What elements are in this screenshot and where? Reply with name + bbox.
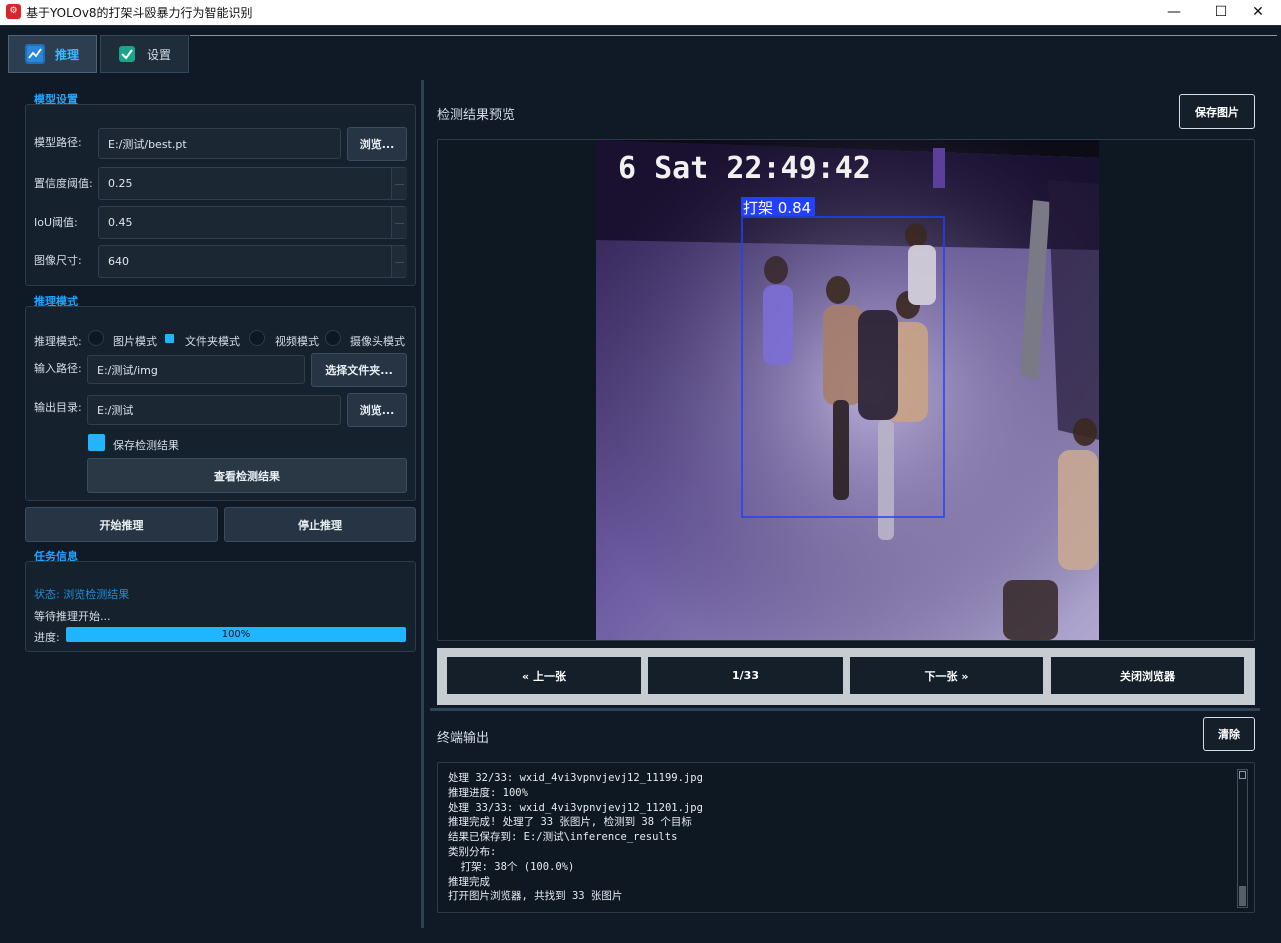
video-mode-label: 视频模式 [275,335,319,348]
model-path-label: 模型路径: [34,136,82,149]
image-size-spinbox[interactable]: 640 [98,245,407,278]
radio-folder-mode[interactable] [165,334,174,343]
close-window-button[interactable]: ✕ [1235,0,1281,25]
vertical-splitter[interactable] [430,708,1260,711]
select-folder-button[interactable]: 选择文件夹... [311,353,407,387]
model-path-input[interactable]: E:/测试/best.pt [98,128,341,159]
save-results-label: 保存检测结果 [113,439,179,452]
stop-inference-button[interactable]: 停止推理 [224,507,416,542]
conf-threshold-label: 置信度阈值: [34,177,93,190]
output-browse-button[interactable]: 浏览... [347,393,407,427]
terminal-line: 推理进度: 100% [448,786,528,799]
terminal-line: 结果已保存到: E:/测试\inference_results [448,831,678,844]
preview-area: 6 Sat 22:49:42 打架 0.84 [437,139,1255,641]
chart-line-icon [25,44,45,64]
terminal-line: 打开图片浏览器, 共找到 33 张图片 [448,890,623,903]
tab-settings[interactable]: 设置 [100,35,189,73]
checkbox-icon [117,44,137,64]
radio-image-mode[interactable] [88,330,104,346]
minimize-button[interactable]: — [1151,0,1197,25]
app-logo-icon: ⚙ [6,4,21,19]
detection-image: 6 Sat 22:49:42 打架 0.84 [596,140,1099,640]
folder-mode-label: 文件夹模式 [185,335,240,348]
save-image-button[interactable]: 保存图片 [1179,94,1255,129]
next-image-button[interactable]: 下一张 » [850,657,1043,694]
image-size-label: 图像尺寸: [34,254,82,267]
camera-mode-label: 摄像头模式 [350,335,405,348]
view-results-button[interactable]: 查看检测结果 [87,458,407,493]
output-dir-label: 输出目录: [34,401,82,414]
scroll-up-icon[interactable] [1239,771,1246,779]
progress-label: 进度: [34,631,60,644]
status-text: 状态: 浏览检测结果 [34,588,130,601]
tab-settings-label: 设置 [147,47,172,62]
conf-spin-arrows[interactable] [391,168,407,199]
clear-terminal-button[interactable]: 清除 [1203,717,1255,751]
panel-splitter[interactable] [421,80,424,928]
scrollbar-thumb[interactable] [1239,886,1246,906]
size-spin-arrows[interactable] [391,246,407,277]
terminal-line: 处理 33/33: wxid_4vi3vpnvjevj12_11201.jpg [448,801,703,814]
image-counter: 1/33 [648,657,843,694]
save-results-checkbox[interactable] [88,434,105,451]
window-titlebar: ⚙ 基于YOLOv8的打架斗殴暴力行为智能识别 — ☐ ✕ [0,0,1281,25]
tab-inference[interactable]: 推理 [8,35,97,73]
tab-bar-divider [190,35,1277,36]
terminal-output: 处理 32/33: wxid_4vi3vpnvjevj12_11199.jpg … [437,762,1255,913]
terminal-scrollbar[interactable] [1237,769,1248,908]
tab-bar: 推理 设置 [0,25,1281,75]
radio-camera-mode[interactable] [325,330,341,346]
preview-title: 检测结果预览 [437,108,516,123]
terminal-line: 推理完成 [448,875,490,888]
model-browse-button[interactable]: 浏览... [347,127,407,161]
iou-threshold-label: IoU阈值: [34,216,78,229]
terminal-line: 处理 32/33: wxid_4vi3vpnvjevj12_11199.jpg [448,772,703,784]
detection-label: 打架 0.84 [743,199,811,217]
terminal-line: 打架: 38个 (100.0%) [448,860,575,873]
image-mode-label: 图片模式 [113,335,157,348]
tab-inference-label: 推理 [55,47,80,62]
iou-spin-arrows[interactable] [391,207,407,238]
terminal-title: 终端输出 [437,731,490,746]
terminal-line: 推理完成! 处理了 33 张图片, 检测到 38 个目标 [448,816,692,829]
progress-bar: 100% [66,627,406,642]
frame-timestamp: 6 Sat 22:49:42 [618,151,871,186]
window-title: 基于YOLOv8的打架斗殴暴力行为智能识别 [26,6,253,20]
radio-video-mode[interactable] [249,330,265,346]
start-inference-button[interactable]: 开始推理 [25,507,218,542]
waiting-text: 等待推理开始... [34,610,111,623]
conf-threshold-spinbox[interactable]: 0.25 [98,167,407,200]
input-path-input[interactable]: E:/测试/img [87,355,305,384]
prev-image-button[interactable]: « 上一张 [447,657,641,694]
close-browser-button[interactable]: 关闭浏览器 [1051,657,1244,694]
image-navigator: « 上一张 1/33 下一张 » 关闭浏览器 [437,648,1255,705]
mode-label: 推理模式: [34,335,82,348]
input-path-label: 输入路径: [34,362,82,375]
iou-threshold-spinbox[interactable]: 0.45 [98,206,407,239]
output-dir-input[interactable]: E:/测试 [87,395,341,425]
terminal-line: 类别分布: [448,845,497,858]
